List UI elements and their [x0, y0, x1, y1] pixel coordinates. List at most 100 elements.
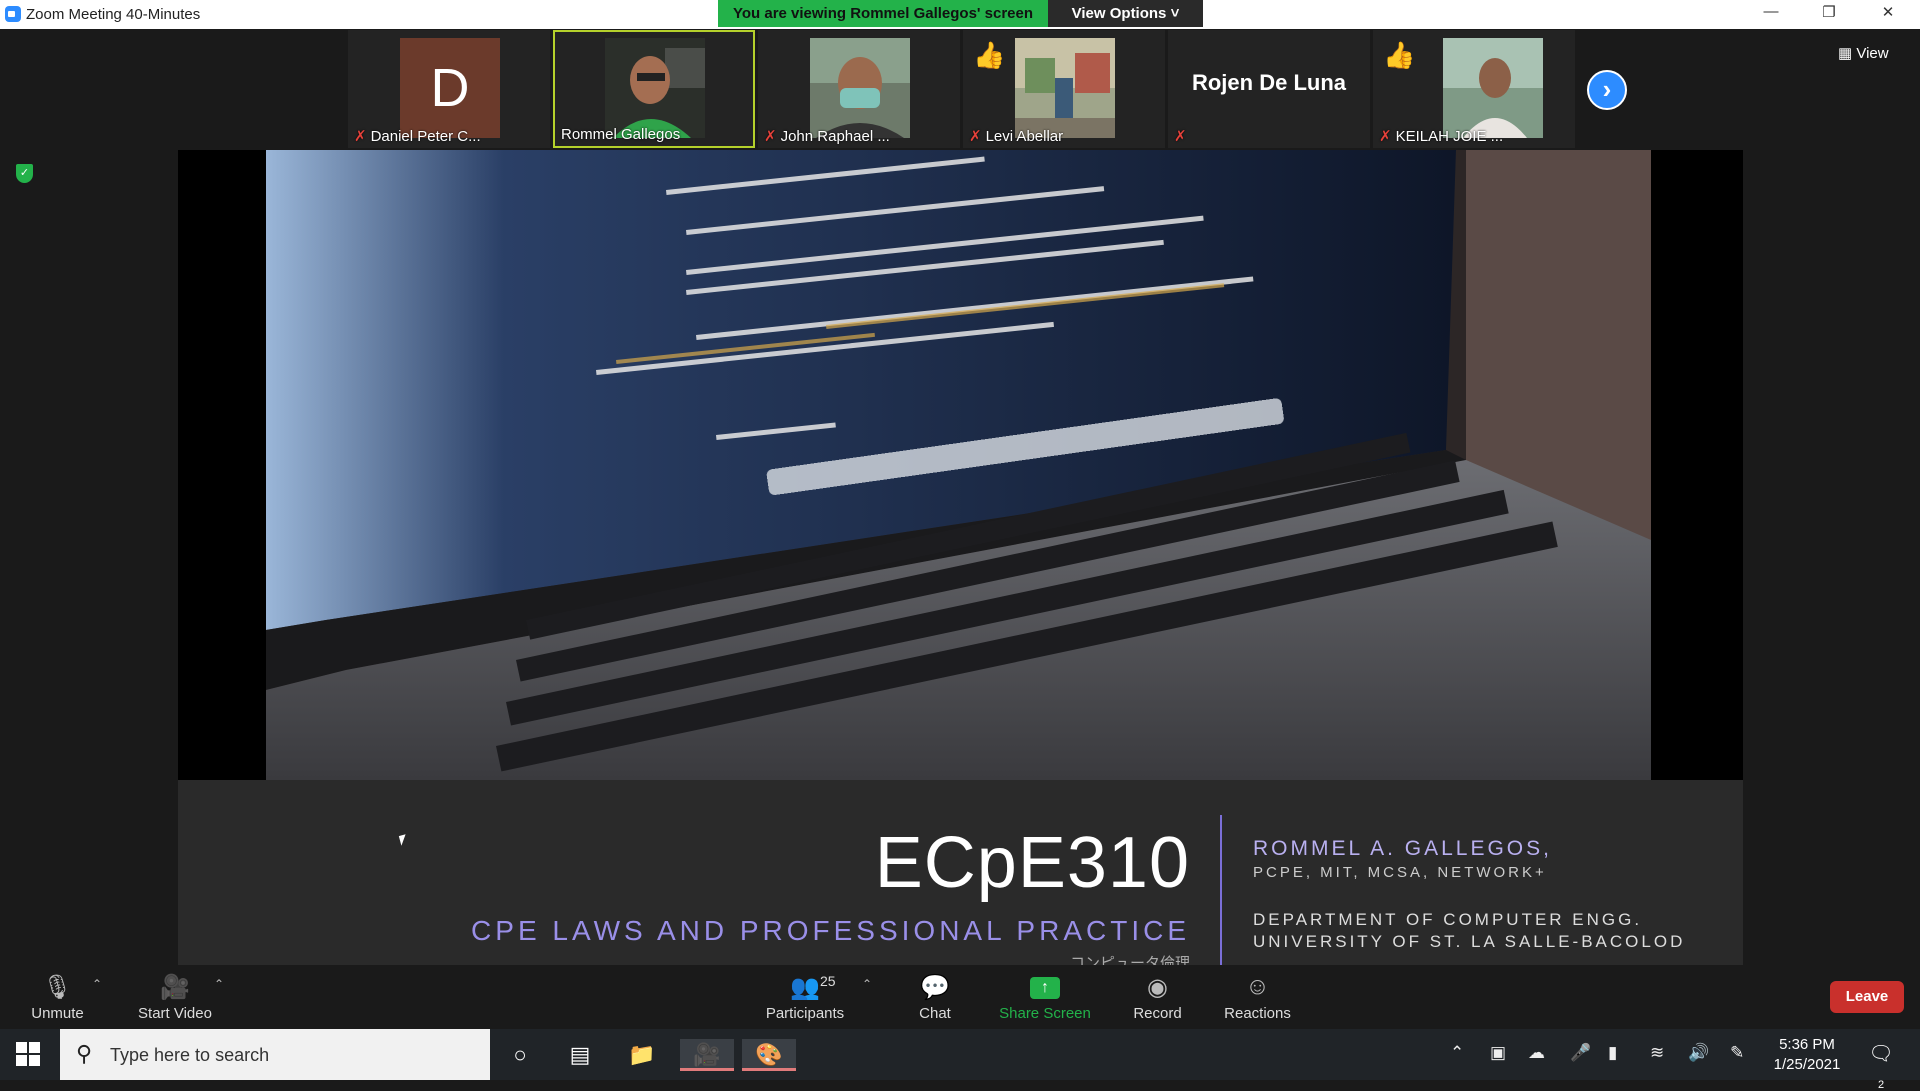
participant-thumbnail[interactable]: 👍 ✗ KEILAH JOIE ...	[1373, 30, 1575, 148]
thumbs-up-reaction-icon: 👍	[1383, 40, 1416, 70]
window-titlebar: Zoom Meeting 40-Minutes You are viewing …	[0, 0, 1920, 29]
participant-name: John Raphael ...	[780, 128, 890, 145]
wifi-icon[interactable]: ≋	[1650, 1043, 1664, 1063]
unmute-button[interactable]: 🎙 Unmute	[20, 965, 95, 1029]
muted-mic-icon: ✗	[969, 128, 982, 145]
participant-thumbnail-active-speaker[interactable]: Rommel Gallegos	[553, 30, 755, 148]
cortana-icon[interactable]: ○	[500, 1039, 540, 1071]
participant-video	[605, 38, 705, 138]
search-placeholder: Type here to search	[110, 1045, 270, 1065]
restore-icon[interactable]: ❐	[1806, 3, 1852, 25]
participant-thumbnail[interactable]: 👍 ✗ Levi Abellar	[963, 30, 1165, 148]
chat-button[interactable]: 💬 Chat	[900, 965, 970, 1029]
participants-icon: 👥	[790, 974, 820, 1001]
record-label: Record	[1133, 1005, 1182, 1022]
participant-thumbnail-strip: D ✗ Daniel Peter C... Rommel Gallegos ✗ Jo…	[348, 30, 1575, 148]
record-icon: ◉	[1147, 974, 1168, 1001]
participant-thumbnail[interactable]: D ✗ Daniel Peter C...	[348, 30, 550, 148]
audio-options-caret-icon[interactable]: ⌃	[92, 977, 102, 991]
course-code: ECpE310	[874, 823, 1190, 903]
taskbar-clock[interactable]: 5:36 PM 1/25/2021	[1762, 1035, 1852, 1075]
view-layout-button[interactable]: ▦ View	[1838, 41, 1908, 67]
reactions-icon: ☺	[1245, 973, 1270, 1000]
meeting-controls-toolbar: 🎙 Unmute ⌃ 🎥 Start Video ⌃ 👥 Participant…	[0, 965, 1920, 1029]
minimize-icon[interactable]: —	[1748, 3, 1794, 25]
participant-name: KEILAH JOIE ...	[1395, 128, 1504, 145]
share-screen-label: Share Screen	[999, 1005, 1091, 1022]
view-layout-label: View	[1856, 45, 1889, 62]
slide-title-panel: ECpE310 CPE LAWS AND PROFESSIONAL PRACTI…	[178, 780, 1743, 965]
windows-taskbar: ⚲ Type here to search ○ ▤ 📁 🎥 🎨 ⌃ ▣ ☁ 🎤 …	[0, 1029, 1920, 1091]
clock-date: 1/25/2021	[1773, 1056, 1841, 1073]
zoom-app-icon	[5, 6, 21, 22]
participant-thumbnail[interactable]: Rojen De Luna ✗	[1168, 30, 1370, 148]
professor-credentials: PCPE, MIT, MCSA, NETWORK+	[1253, 864, 1547, 881]
encryption-shield-icon[interactable]: ✓	[16, 164, 33, 183]
taskbar-search-box[interactable]: ⚲ Type here to search	[60, 1029, 490, 1080]
participants-count: 25	[820, 973, 836, 989]
notification-count: 2	[1877, 1079, 1885, 1091]
slide-laptop-photo	[266, 150, 1651, 780]
video-off-icon: 🎥	[160, 974, 190, 1001]
pen-ink-icon[interactable]: ✎	[1730, 1043, 1744, 1063]
viewing-screen-label: You are viewing Rommel Gallegos' screen	[718, 0, 1048, 27]
participant-video	[810, 38, 910, 138]
muted-mic-icon: ✗	[764, 128, 777, 145]
muted-mic-icon: ✗	[1379, 128, 1392, 145]
participant-name: Daniel Peter C...	[370, 128, 481, 145]
volume-icon[interactable]: 🔊	[1688, 1043, 1709, 1063]
participant-video	[1015, 38, 1115, 138]
university-name: UNIVERSITY OF ST. LA SALLE-BACOLOD	[1253, 932, 1686, 951]
muted-mic-icon: ✗	[1174, 128, 1187, 145]
unmute-label: Unmute	[31, 1005, 84, 1022]
department-name: DEPARTMENT OF COMPUTER ENGG.	[1253, 910, 1643, 929]
record-button[interactable]: ◉ Record	[1120, 965, 1195, 1029]
avatar: D	[400, 38, 500, 138]
muted-microphone-icon: 🎙	[42, 974, 73, 1001]
window-title: Zoom Meeting 40-Minutes	[26, 6, 201, 23]
search-icon: ⚲	[76, 1041, 93, 1066]
reactions-button[interactable]: ☺ Reactions	[1210, 965, 1305, 1029]
view-options-button[interactable]: View Options ˅	[1048, 0, 1203, 27]
close-icon[interactable]: ✕	[1865, 3, 1911, 25]
onedrive-cloud-icon[interactable]: ☁	[1528, 1043, 1545, 1063]
start-video-label: Start Video	[138, 1005, 212, 1022]
video-options-caret-icon[interactable]: ⌃	[214, 977, 224, 991]
start-video-button[interactable]: 🎥 Start Video	[130, 965, 220, 1029]
notification-center-icon[interactable]: 🗨2	[1866, 1041, 1896, 1091]
paint-taskbar-icon[interactable]: 🎨	[742, 1039, 796, 1071]
reactions-label: Reactions	[1224, 1005, 1291, 1022]
participant-name: Rommel Gallegos	[561, 126, 681, 143]
task-view-icon[interactable]: ▤	[560, 1039, 600, 1071]
leave-button[interactable]: Leave	[1830, 981, 1904, 1013]
participant-video	[1443, 38, 1543, 138]
tray-expand-icon[interactable]: ⌃	[1450, 1043, 1464, 1063]
course-title: CPE LAWS AND PROFESSIONAL PRACTICE	[471, 915, 1190, 946]
share-screen-button[interactable]: ↑ Share Screen	[995, 965, 1095, 1029]
thumbs-up-reaction-icon: 👍	[973, 40, 1006, 70]
windows-start-icon[interactable]	[16, 1042, 42, 1068]
slide-divider	[1220, 815, 1222, 965]
participant-name-display: Rojen De Luna	[1191, 70, 1346, 95]
chat-icon: 💬	[920, 974, 950, 1001]
next-page-arrow-icon[interactable]: ›	[1587, 70, 1627, 110]
participant-name: Levi Abellar	[985, 128, 1064, 145]
share-screen-icon: ↑	[1030, 977, 1060, 999]
shared-screen: ECpE310 CPE LAWS AND PROFESSIONAL PRACTI…	[178, 150, 1743, 965]
course-subtitle: コンピュータ倫理	[1069, 955, 1190, 965]
file-explorer-icon[interactable]: 📁	[622, 1039, 662, 1071]
battery-icon[interactable]: ▮	[1608, 1043, 1617, 1063]
chat-label: Chat	[919, 1005, 951, 1022]
muted-mic-icon: ✗	[354, 128, 367, 145]
screen-share-banner: You are viewing Rommel Gallegos' screen …	[718, 0, 1203, 27]
zoom-taskbar-icon[interactable]: 🎥	[680, 1039, 734, 1071]
participants-button[interactable]: 👥 Participants	[755, 965, 855, 1029]
clock-time: 5:36 PM	[1779, 1036, 1835, 1053]
meeting-stage: D ✗ Daniel Peter C... Rommel Gallegos ✗ Jo…	[0, 29, 1920, 965]
professor-name: ROMMEL A. GALLEGOS,	[1253, 837, 1552, 860]
meet-now-icon[interactable]: ▣	[1490, 1043, 1506, 1063]
participants-options-caret-icon[interactable]: ⌃	[862, 977, 872, 991]
microphone-tray-icon[interactable]: 🎤	[1570, 1043, 1591, 1063]
participant-thumbnail[interactable]: ✗ John Raphael ...	[758, 30, 960, 148]
participants-label: Participants	[765, 1005, 845, 1022]
